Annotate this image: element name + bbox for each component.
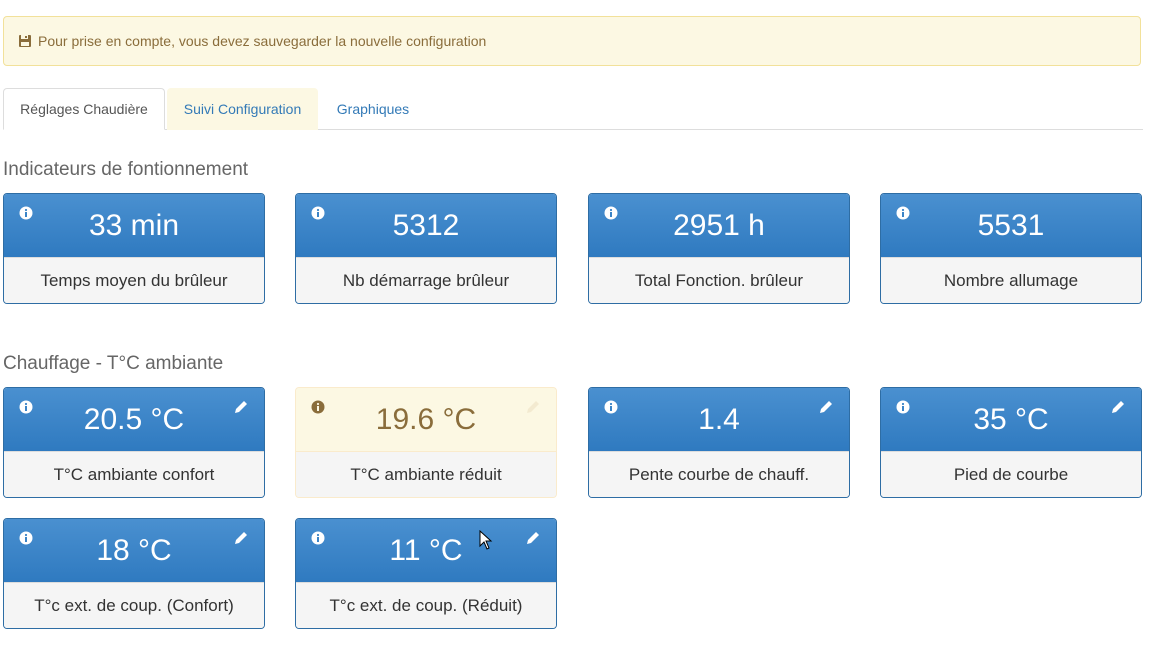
heating-card: 20.5 °C T°C ambiante confort [3, 387, 265, 498]
indicator-card: 5531 Nombre allumage [880, 193, 1142, 304]
card-value: 33 min [88, 208, 180, 242]
section-title-heating: Chauffage - T°C ambiante [3, 353, 224, 374]
card-value: 5312 [392, 208, 460, 242]
info-icon[interactable] [19, 400, 33, 414]
pencil-icon[interactable] [1110, 399, 1126, 415]
pencil-icon[interactable] [233, 399, 249, 415]
heating-card: 19.6 °C T°C ambiante réduit [295, 387, 557, 498]
card-label: Pied de courbe [953, 465, 1069, 484]
heating-card: 18 °C T°c ext. de coup. (Confort) [3, 518, 265, 629]
info-icon[interactable] [604, 206, 618, 220]
pencil-icon[interactable] [525, 530, 541, 546]
config-warning-alert: Pour prise en compte, vous devez sauvega… [3, 16, 1141, 66]
card-label: T°c ext. de coup. (Confort) [34, 596, 234, 615]
tab-label: Graphiques [336, 101, 410, 117]
card-value: 35 °C [973, 402, 1049, 436]
tab-suivi-configuration[interactable]: Suivi Configuration [167, 88, 318, 130]
info-icon[interactable] [896, 400, 910, 414]
card-value: 1.4 [698, 402, 740, 436]
save-icon [19, 35, 31, 47]
alert-message: Pour prise en compte, vous devez sauvega… [38, 33, 487, 49]
indicator-card: 33 min Temps moyen du brûleur [3, 193, 265, 304]
heating-card: 11 °C T°c ext. de coup. (Réduit) [295, 518, 557, 629]
pencil-icon[interactable] [525, 399, 541, 415]
section-title-indicators: Indicateurs de fontionnement [3, 159, 249, 180]
info-icon[interactable] [19, 531, 33, 545]
card-label: Total Fonction. brûleur [634, 271, 804, 290]
card-label: Nombre allumage [943, 271, 1079, 290]
card-value: 5531 [977, 208, 1045, 242]
card-label: Nb démarrage brûleur [342, 271, 510, 290]
indicator-card: 2951 h Total Fonction. brûleur [588, 193, 850, 304]
tab-graphiques[interactable]: Graphiques [321, 88, 425, 130]
card-value: 19.6 °C [375, 402, 477, 436]
info-icon[interactable] [311, 531, 325, 545]
heating-card: 35 °C Pied de courbe [880, 387, 1142, 498]
card-label: Temps moyen du brûleur [40, 271, 228, 290]
tab-label: Suivi Configuration [183, 101, 302, 117]
tab-bar: Réglages Chaudière Suivi Configuration G… [3, 88, 1143, 130]
pencil-icon[interactable] [818, 399, 834, 415]
tab-label: Réglages Chaudière [20, 101, 148, 117]
info-icon[interactable] [311, 206, 325, 220]
pencil-icon[interactable] [233, 530, 249, 546]
info-icon[interactable] [896, 206, 910, 220]
heating-card: 1.4 Pente courbe de chauff. [588, 387, 850, 498]
card-label: Pente courbe de chauff. [628, 465, 810, 484]
mouse-cursor-icon [479, 530, 493, 550]
info-icon[interactable] [604, 400, 618, 414]
card-value: 18 °C [96, 533, 172, 567]
card-value: 2951 h [673, 208, 765, 242]
card-value: 20.5 °C [83, 402, 185, 436]
indicator-card: 5312 Nb démarrage brûleur [295, 193, 557, 304]
card-label: T°c ext. de coup. (Réduit) [329, 596, 523, 615]
card-value: 11 °C [389, 533, 463, 567]
info-icon[interactable] [311, 400, 325, 414]
info-icon[interactable] [19, 206, 33, 220]
card-label: T°C ambiante réduit [350, 465, 502, 484]
card-label: T°C ambiante confort [53, 465, 215, 484]
tab-reglages-chaudiere[interactable]: Réglages Chaudière [3, 88, 165, 130]
